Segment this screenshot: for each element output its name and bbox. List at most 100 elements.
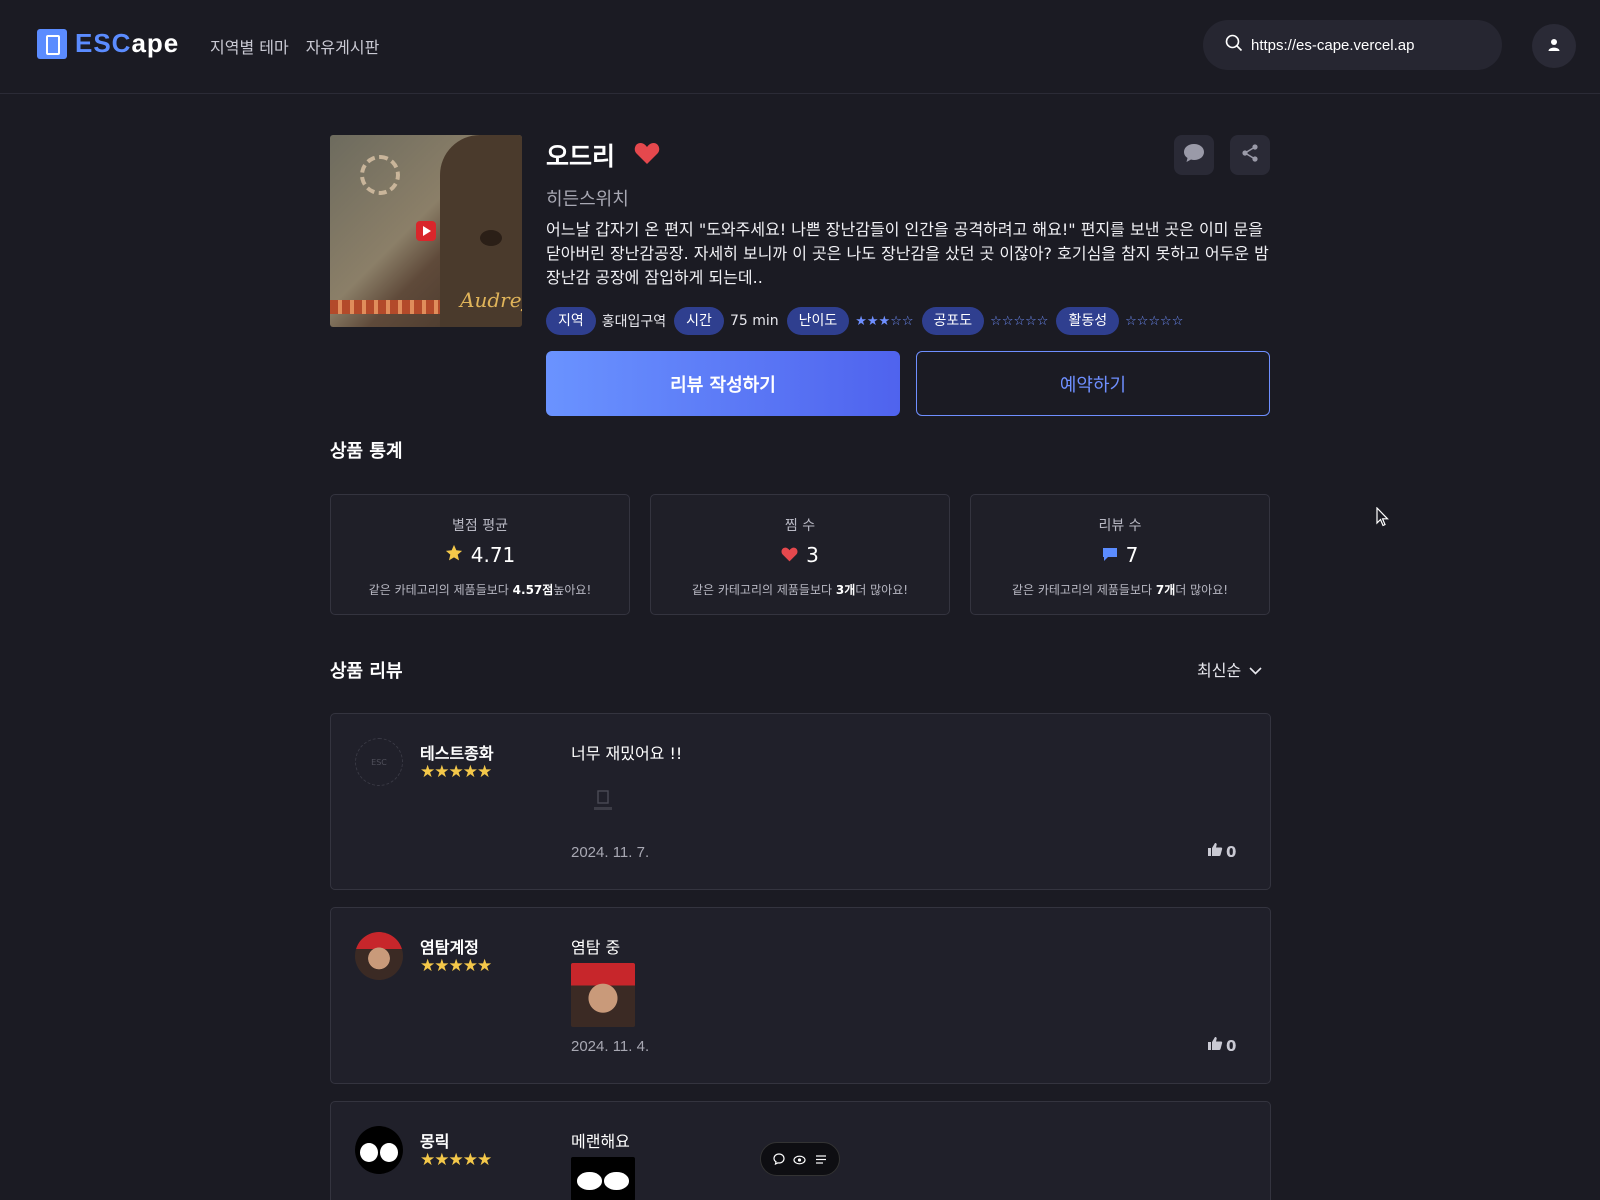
comment-button[interactable]	[1174, 135, 1214, 175]
reviewer-name: 몽릭	[420, 1132, 450, 1151]
fear-stars: ☆☆☆☆☆	[990, 313, 1049, 329]
stat-rating-value: 4.71	[470, 543, 516, 567]
stat-card-rating: 별점 평균 4.71 같은 카테고리의 제품들보다 4.57점높아요!	[330, 494, 630, 615]
review-image-placeholder[interactable]	[571, 769, 635, 833]
theme-tags: 지역 홍대입구역 시간 75 min 난이도 ★★★☆☆ 공포도 ☆☆☆☆☆ 활…	[546, 307, 1191, 335]
review-card: ESC 테스트종화 ★★★★★ 너무 재밌어요 !! 2024. 11. 7. …	[330, 713, 1271, 890]
poster-title: Audrey	[460, 288, 522, 312]
logo-text: ESCape	[75, 28, 179, 59]
sort-label: 최신순	[1197, 661, 1242, 680]
activity-stars: ☆☆☆☆☆	[1125, 313, 1184, 329]
logo-text-accent: ESC	[75, 28, 132, 58]
share-button[interactable]	[1230, 135, 1270, 175]
theme-poster-image: Audrey	[330, 135, 522, 327]
stat-likes-note: 같은 카테고리의 제품들보다 3개더 많아요!	[651, 581, 949, 598]
logo-text-white: ape	[131, 28, 180, 58]
write-review-button[interactable]: 리뷰 작성하기	[546, 351, 900, 416]
placeholder-logo-icon	[594, 790, 612, 810]
reviewer-name: 염탐계정	[420, 938, 479, 957]
review-photo	[571, 1157, 635, 1200]
nav-item-free-board[interactable]: 자유게시판	[306, 34, 380, 58]
logo-icon	[37, 28, 67, 59]
share-icon	[1240, 143, 1260, 167]
review-card: 염탐계정 ★★★★★ 염탐 중 2024. 11. 4. 0	[330, 907, 1271, 1084]
tag-activity-label: 활동성	[1056, 307, 1120, 335]
stat-reviews-note-pre: 같은 카테고리의 제품들보다	[1011, 583, 1156, 597]
speech-bubble-icon	[1183, 143, 1205, 167]
avatar-photo	[355, 1126, 403, 1174]
like-count: 0	[1226, 842, 1237, 861]
review-image[interactable]	[571, 1157, 635, 1200]
stat-likes-note-post: 더 많아요!	[855, 583, 909, 597]
stat-likes-note-pre: 같은 카테고리의 제품들보다	[691, 583, 836, 597]
stat-likes-value: 3	[806, 543, 819, 567]
reviews-section-title: 상품 리뷰	[330, 661, 403, 682]
nav-item-region-themes[interactable]: 지역별 테마	[210, 34, 289, 58]
search-icon	[1225, 34, 1243, 56]
thumbs-up-icon	[1207, 842, 1223, 861]
tag-region-label: 지역	[546, 307, 596, 335]
stat-rating-label: 별점 평균	[452, 518, 508, 534]
chevron-down-icon	[1249, 660, 1262, 679]
poster-bear-nose	[480, 230, 502, 246]
play-icon	[416, 221, 436, 241]
review-stars: ★★★★★	[420, 1150, 492, 1170]
user-icon	[1547, 37, 1561, 56]
tag-region-value: 홍대입구역	[601, 314, 667, 330]
stat-likes-label: 찜 수	[784, 518, 816, 534]
stat-rating-note: 같은 카테고리의 제품들보다 4.57점높아요!	[331, 581, 629, 598]
review-date: 2024. 11. 7.	[571, 844, 650, 861]
stat-reviews-value-row: 7	[971, 543, 1269, 567]
top-header: ESCape 지역별 테마 자유게시판	[0, 0, 1600, 94]
stat-reviews-label: 리뷰 수	[1098, 518, 1142, 534]
difficulty-stars: ★★★☆☆	[855, 313, 914, 329]
eye-icon[interactable]	[793, 1150, 807, 1169]
stat-reviews-note-post: 더 많아요!	[1175, 583, 1229, 597]
default-avatar-icon: ESC	[355, 738, 403, 786]
stat-rating-note-bold: 4.57점	[512, 583, 554, 597]
stats-section-title: 상품 통계	[330, 441, 403, 462]
tag-time-label: 시간	[674, 307, 724, 335]
theme-company: 히든스위치	[546, 189, 629, 210]
avatar	[355, 932, 403, 980]
stat-likes-value-row: 3	[651, 543, 949, 567]
like-button[interactable]: 0	[1207, 1036, 1236, 1055]
tag-time-value: 75 min	[729, 313, 779, 329]
stat-rating-note-pre: 같은 카테고리의 제품들보다	[368, 583, 513, 597]
review-photo	[571, 963, 635, 1027]
list-icon[interactable]	[815, 1150, 827, 1169]
search-bar[interactable]	[1203, 20, 1502, 70]
floating-toolbar	[760, 1142, 840, 1176]
theme-title: 오드리	[546, 142, 616, 171]
stat-reviews-value: 7	[1125, 543, 1139, 567]
book-button[interactable]: 예약하기	[916, 351, 1270, 416]
stat-card-likes: 찜 수 3 같은 카테고리의 제품들보다 3개더 많아요!	[650, 494, 950, 615]
mouse-cursor-icon	[1376, 506, 1390, 531]
chat-icon	[1102, 543, 1118, 567]
thumbs-up-icon	[1207, 1036, 1223, 1055]
search-input[interactable]	[1251, 36, 1481, 54]
star-icon	[445, 543, 463, 567]
like-button[interactable]: 0	[1207, 842, 1236, 861]
stat-reviews-note: 같은 카테고리의 제품들보다 7개더 많아요!	[971, 581, 1269, 598]
stat-rating-note-post: 높아요!	[553, 583, 592, 597]
heart-icon[interactable]	[634, 142, 660, 169]
stat-rating-value-row: 4.71	[331, 543, 629, 567]
sort-dropdown[interactable]: 최신순	[1197, 657, 1262, 681]
poster-gear-decoration	[360, 155, 400, 195]
main-nav: 지역별 테마 자유게시판	[210, 34, 379, 58]
review-text: 메랜해요	[571, 1132, 630, 1151]
tag-difficulty-label: 난이도	[786, 307, 850, 335]
user-menu-button[interactable]	[1532, 24, 1576, 68]
tag-fear-label: 공포도	[921, 307, 985, 335]
avatar: ESC	[355, 738, 403, 786]
comment-icon[interactable]	[773, 1150, 785, 1169]
stat-likes-note-bold: 3개	[835, 583, 856, 597]
avatar	[355, 1126, 403, 1174]
review-image[interactable]	[571, 963, 635, 1027]
heart-icon	[781, 543, 798, 567]
review-date: 2024. 11. 4.	[571, 1038, 650, 1055]
escape-logo[interactable]: ESCape	[37, 28, 179, 59]
review-text: 너무 재밌어요 !!	[571, 744, 683, 763]
stat-card-reviews: 리뷰 수 7 같은 카테고리의 제품들보다 7개더 많아요!	[970, 494, 1270, 615]
